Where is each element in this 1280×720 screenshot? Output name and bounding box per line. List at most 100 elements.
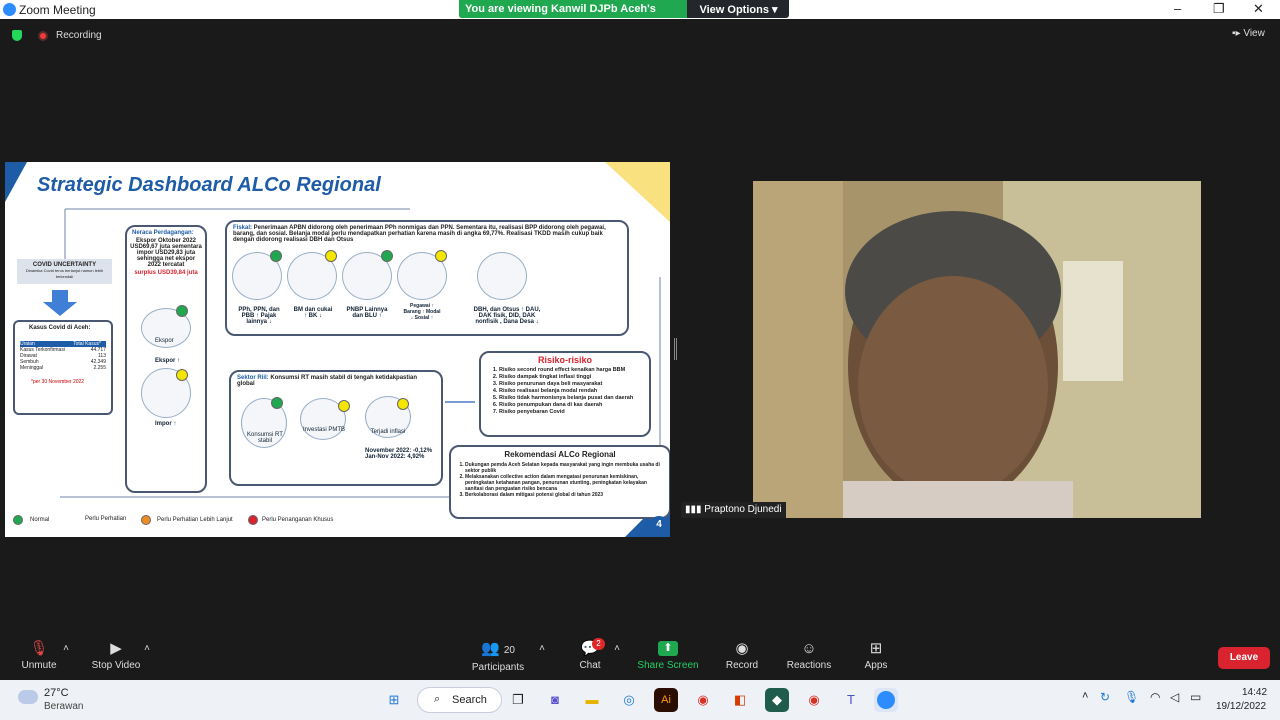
minimize-button[interactable]: – bbox=[1174, 1, 1181, 16]
stop-video-button[interactable]: ▶ Stop Video bbox=[88, 635, 144, 671]
rekomendasi-item: Berkolaborasi dalam mitigasi potensi glo… bbox=[465, 492, 665, 498]
fiskal-item: DBH, dan Otsus ↑ DAU, DAK fisik, DID, DA… bbox=[473, 307, 541, 325]
zoom-logo-icon bbox=[3, 3, 16, 16]
zoom-app-icon bbox=[877, 691, 895, 709]
status-perhatian-dot bbox=[435, 250, 447, 262]
legend-lanjut-dot bbox=[141, 515, 151, 525]
battery-icon[interactable]: ▭ bbox=[1190, 690, 1201, 704]
apps-button[interactable]: ⊞ Apps bbox=[858, 635, 894, 671]
participants-count: 20 bbox=[503, 645, 515, 656]
cases-table: Uraian Total Kasus* Kasus Terkonfirmasi 44… bbox=[20, 341, 106, 371]
file-explorer-icon[interactable]: ▬ bbox=[580, 688, 604, 712]
record-icon: ◉ bbox=[735, 640, 749, 657]
status-perhatian-dot bbox=[176, 369, 188, 381]
weather-icon bbox=[18, 690, 38, 704]
camera-icon: ▶ bbox=[110, 640, 122, 657]
app-icon[interactable]: ◆ bbox=[765, 688, 789, 712]
covid-cases-box: Kasus Covid di Aceh: Uraian Total Kasus* … bbox=[13, 320, 113, 415]
meeting-toolbar: 🎙 Unmute ˄ ▶ Stop Video ˄ 👥 20 Participants… bbox=[0, 635, 1280, 680]
meeting-status-bar bbox=[0, 19, 1280, 51]
teams-icon[interactable]: T bbox=[839, 688, 863, 712]
record-label: Record bbox=[725, 660, 759, 671]
recording-label: Recording bbox=[56, 30, 102, 41]
chrome-profile-icon[interactable]: ◉ bbox=[802, 688, 826, 712]
riil-item: Konsumsi RT stabil bbox=[247, 432, 283, 444]
weather-desc: Berawan bbox=[44, 701, 84, 712]
inflasi-value: November 2022: -0,12% Jan-Nov 2022: 4,92… bbox=[365, 448, 433, 460]
teams-chat-icon[interactable]: ◙ bbox=[543, 688, 567, 712]
participant-video[interactable] bbox=[753, 181, 1201, 518]
taskbar-search[interactable]: ⌕ Search bbox=[417, 687, 502, 713]
clock-date[interactable]: 19/12/2022 bbox=[1216, 701, 1266, 712]
chrome-icon[interactable]: ◉ bbox=[691, 688, 715, 712]
covid-sub: Dinamika Covid terus berlanjut namun leb… bbox=[25, 268, 104, 279]
neraca-surplus: surplus USD39,84 juta bbox=[134, 270, 198, 276]
chat-label: Chat bbox=[579, 660, 601, 671]
mic-muted-icon: 🎙 bbox=[29, 640, 49, 657]
covid-heading: COVID UNCERTAINTY bbox=[32, 262, 97, 268]
illustrator-icon[interactable]: Ai bbox=[654, 688, 678, 712]
status-perhatian-dot bbox=[397, 398, 409, 410]
cases-note: *per 30 November 2022 bbox=[31, 379, 85, 385]
video-label: Stop Video bbox=[91, 660, 141, 671]
status-perhatian-dot bbox=[338, 400, 350, 412]
security-shield-icon[interactable] bbox=[12, 30, 22, 41]
legend-khusus-dot bbox=[248, 515, 258, 525]
leave-button[interactable]: Leave bbox=[1218, 647, 1270, 669]
zoom-taskbar-icon[interactable] bbox=[874, 688, 898, 712]
edge-icon[interactable]: ◎ bbox=[617, 688, 641, 712]
close-button[interactable]: ✕ bbox=[1253, 1, 1264, 17]
slide-title: Strategic Dashboard ALCo Regional bbox=[37, 174, 381, 196]
apps-icon: ⊞ bbox=[869, 640, 883, 657]
reactions-label: Reactions bbox=[786, 660, 832, 671]
status-normal-dot bbox=[176, 305, 188, 317]
maximize-button[interactable]: ❐ bbox=[1213, 1, 1225, 17]
tkdd-icon bbox=[477, 252, 527, 300]
neraca-heading: Neraca Perdagangan: bbox=[132, 230, 194, 236]
risiko-item: Risiko realisasi belanja modal rendah bbox=[499, 388, 649, 395]
search-label: Search bbox=[452, 694, 487, 706]
rekomendasi-heading: Rekomendasi ALCo Regional bbox=[504, 450, 616, 459]
splitter-handle[interactable] bbox=[674, 338, 677, 360]
volume-icon[interactable]: ◁ bbox=[1170, 690, 1179, 704]
participants-icon: 👥 20 bbox=[481, 640, 515, 657]
participants-options-caret[interactable]: ˄ bbox=[536, 643, 548, 654]
show-hidden-icons[interactable]: ˄ bbox=[1082, 690, 1088, 702]
status-perhatian-dot bbox=[325, 250, 337, 262]
office-icon[interactable]: ◧ bbox=[728, 688, 752, 712]
audio-options-caret[interactable]: ˄ bbox=[60, 643, 72, 654]
riil-item: Investasi PMTB bbox=[302, 427, 345, 433]
viewing-label: You are viewing Kanwil DJPb Aceh's scree… bbox=[459, 0, 687, 27]
start-button[interactable]: ⊞ bbox=[382, 688, 406, 712]
reactions-button[interactable]: ☺ Reactions bbox=[784, 635, 834, 671]
clock-time[interactable]: 14:42 bbox=[1242, 687, 1267, 698]
share-screen-button[interactable]: ⬆ Share Screen bbox=[636, 635, 700, 671]
rekomendasi-box: Rekomendasi ALCo Regional Dukungan pemda… bbox=[449, 445, 670, 519]
status-normal-dot bbox=[381, 250, 393, 262]
riil-text: Sektor Riil: Konsumsi RT masih stabil di… bbox=[231, 372, 441, 390]
legend-normal-dot bbox=[13, 515, 23, 525]
fiskal-item: PPh, PPN, dan PBB ↑ Pajak lainnya ↓ bbox=[238, 307, 280, 325]
unmute-button[interactable]: 🎙 Unmute bbox=[18, 635, 60, 671]
rekomendasi-list: Dukungan pemda Aceh Selatan kepada masya… bbox=[451, 459, 669, 498]
risiko-heading: Risiko-risiko bbox=[537, 355, 593, 365]
view-options-button[interactable]: View Options ▾ bbox=[691, 3, 786, 16]
view-button[interactable]: ▪▸ View bbox=[1232, 28, 1265, 39]
sync-icon[interactable]: ↻ bbox=[1100, 690, 1110, 704]
participants-button[interactable]: 👥 20 Participants bbox=[470, 635, 526, 673]
wifi-icon[interactable]: ◠ bbox=[1150, 690, 1160, 704]
chat-options-caret[interactable]: ˄ bbox=[611, 643, 623, 654]
participants-label: Participants bbox=[471, 662, 525, 673]
risiko-item: Risiko second round effect kenaikan harg… bbox=[499, 367, 649, 374]
status-normal-dot bbox=[271, 397, 283, 409]
status-normal-dot bbox=[270, 250, 282, 262]
risiko-item: Risiko penurunan daya beli masyarakat bbox=[499, 381, 649, 388]
video-options-caret[interactable]: ˄ bbox=[141, 643, 153, 654]
covid-box: COVID UNCERTAINTY Dinamika Covid terus b… bbox=[17, 259, 112, 284]
shared-slide: Strategic Dashboard ALCo Regional COVID … bbox=[5, 162, 670, 537]
record-button[interactable]: ◉ Record bbox=[722, 635, 762, 671]
mic-tray-icon[interactable]: 🎙 bbox=[1124, 690, 1139, 704]
task-view-icon[interactable]: ❐ bbox=[506, 688, 530, 712]
legend-khusus: Perlu Penanganan Khusus bbox=[262, 517, 334, 523]
apps-label: Apps bbox=[864, 660, 888, 671]
